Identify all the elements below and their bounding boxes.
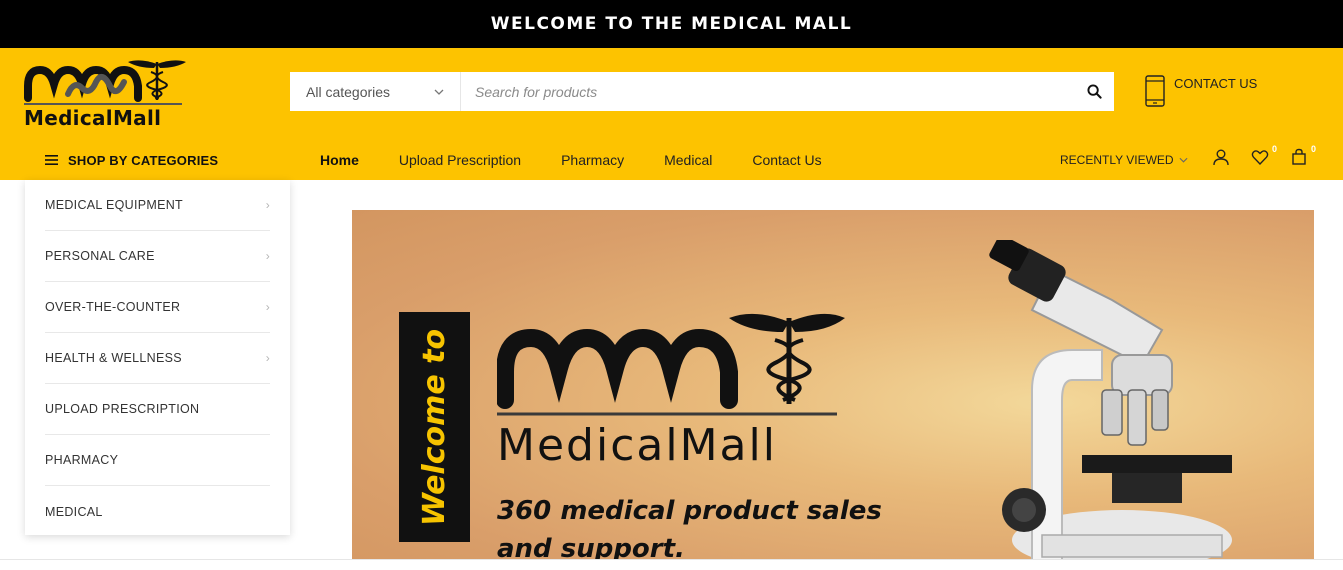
category-item-personal-care[interactable]: PERSONAL CARE › [45,231,270,282]
shop-by-categories-label: SHOP BY CATEGORIES [68,152,219,168]
banner-logo-mark-icon [497,313,845,416]
contact-us-link[interactable]: CONTACT US [1144,75,1257,107]
welcome-text: WELCOME TO THE MEDICAL MALL [490,14,853,34]
site-logo[interactable]: MedicalMall [24,56,189,132]
chevron-right-icon: › [265,198,270,212]
page-divider [0,559,1343,560]
chevron-down-icon [1179,157,1188,163]
main-nav: Home Upload Prescription Pharmacy Medica… [320,140,822,180]
category-item-label: HEALTH & WELLNESS [45,351,182,365]
welcome-vertical-text: Welcome to [417,328,453,526]
search-button[interactable] [1074,72,1114,111]
heart-icon [1251,150,1269,166]
shopping-bag-icon [1292,148,1306,165]
contact-us-label: CONTACT US [1174,76,1258,91]
chevron-right-icon: › [265,249,270,263]
category-item-pharmacy[interactable]: PHARMACY [45,435,270,486]
nav-upload-prescription[interactable]: Upload Prescription [399,152,521,168]
banner-tagline: 360 medical product sales and support. [497,496,882,560]
chevron-right-icon: › [265,351,270,365]
banner-brand-text: MedicalMall [497,420,777,471]
category-item-label: OVER-THE-COUNTER [45,300,181,314]
phone-icon [1145,75,1165,107]
search-icon [1086,84,1102,99]
category-item-label: UPLOAD PRESCRIPTION [45,402,200,416]
category-menu: MEDICAL EQUIPMENT › PERSONAL CARE › OVER… [25,180,290,535]
category-item-label: MEDICAL EQUIPMENT [45,198,183,212]
shop-by-categories-toggle[interactable]: SHOP BY CATEGORIES [25,140,290,180]
wishlist-button[interactable]: 0 [1251,144,1277,168]
hero-banner[interactable]: Welcome to MedicalMall 360 medical produ… [352,210,1314,560]
category-item-medical[interactable]: MEDICAL [45,486,270,537]
category-select[interactable]: All categories [290,72,461,111]
recently-viewed-dropdown[interactable]: RECENTLY VIEWED [1060,140,1188,180]
category-item-label: PERSONAL CARE [45,249,155,263]
welcome-vertical-box: Welcome to [399,312,470,542]
recently-viewed-label: RECENTLY VIEWED [1060,153,1174,167]
cart-button[interactable]: 0 [1290,144,1316,168]
nav-pharmacy[interactable]: Pharmacy [561,152,624,168]
announcement-bar: WELCOME TO THE MEDICAL MALL [0,0,1343,48]
chevron-down-icon [434,89,444,95]
cart-count-badge: 0 [1310,144,1316,154]
category-select-value: All categories [306,83,391,100]
nav-contact-us[interactable]: Contact Us [752,152,821,168]
account-button[interactable] [1212,148,1236,168]
category-item-over-the-counter[interactable]: OVER-THE-COUNTER › [45,282,270,333]
category-item-health-wellness[interactable]: HEALTH & WELLNESS › [45,333,270,384]
chevron-right-icon: › [265,300,270,314]
wishlist-count-badge: 0 [1271,144,1277,154]
nav-medical[interactable]: Medical [664,152,712,168]
search-input[interactable] [461,72,1074,111]
category-item-medical-equipment[interactable]: MEDICAL EQUIPMENT › [45,180,270,231]
user-icon [1213,149,1229,166]
microscope-image [989,240,1232,560]
category-item-label: PHARMACY [45,453,119,467]
hamburger-icon [45,155,58,165]
header: MedicalMall All categories CONTACT US SH… [0,48,1343,180]
nav-home[interactable]: Home [320,152,359,168]
category-item-upload-prescription[interactable]: UPLOAD PRESCRIPTION [45,384,270,435]
category-item-label: MEDICAL [45,504,103,519]
logo-text: MedicalMall [24,106,162,130]
logo-mark-icon [24,60,186,105]
search-bar: All categories [290,72,1114,111]
